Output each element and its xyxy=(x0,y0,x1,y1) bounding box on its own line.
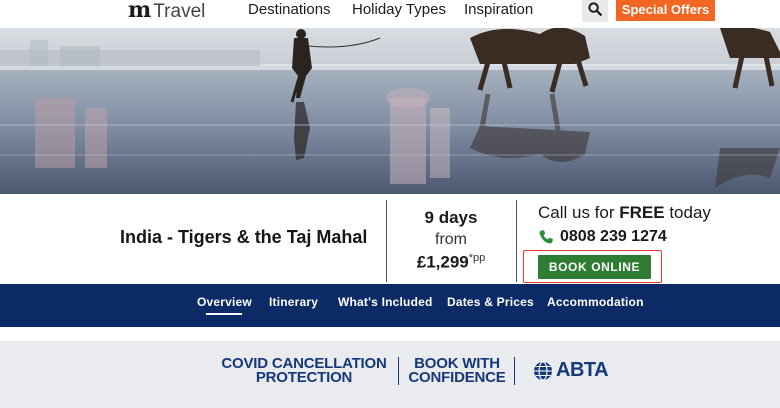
phone-icon xyxy=(539,230,553,244)
tab-whats-included[interactable]: What's Included xyxy=(338,295,433,309)
divider xyxy=(386,200,387,282)
site-header: m Travel Destinations Holiday Types Insp… xyxy=(0,0,780,28)
price-from-label: from xyxy=(435,231,467,248)
divider xyxy=(398,357,399,385)
divider xyxy=(516,200,517,282)
tab-overview[interactable]: Overview xyxy=(197,295,252,309)
call-free: FREE xyxy=(619,203,665,222)
covid-protection-badge: COVID CANCELLATION PROTECTION xyxy=(219,356,389,386)
logo-word: Travel xyxy=(153,1,206,22)
abta-globe-icon xyxy=(534,360,552,381)
divider xyxy=(514,357,515,385)
call-us-text: Call us for FREE today xyxy=(538,203,711,223)
tour-duration: 9 days xyxy=(424,208,478,227)
abta-logo: ABTA xyxy=(533,359,609,382)
tour-tabs: Overview Itinerary What's Included Dates… xyxy=(0,284,780,327)
hero-image xyxy=(0,28,780,194)
nav-inspiration[interactable]: Inspiration xyxy=(464,1,533,18)
nav-holiday-types[interactable]: Holiday Types xyxy=(352,1,446,18)
book-confidence-badge: BOOK WITH CONFIDENCE xyxy=(406,356,508,386)
price-block: £1,299*pp xyxy=(388,252,514,272)
tour-summary-bar: India - Tigers & the Taj Mahal 9 days fr… xyxy=(0,194,780,284)
nav-destinations[interactable]: Destinations xyxy=(248,1,331,18)
phone-number: 0808 239 1274 xyxy=(560,228,667,245)
tour-price: £1,299 xyxy=(416,252,469,272)
search-icon xyxy=(588,2,602,16)
tab-accommodation[interactable]: Accommodation xyxy=(547,295,644,309)
active-tab-indicator xyxy=(206,313,242,315)
logo-mark: m xyxy=(128,0,151,23)
book-line-2: CONFIDENCE xyxy=(408,369,506,386)
tab-itinerary[interactable]: Itinerary xyxy=(269,295,318,309)
phone-link[interactable]: 0808 239 1274 xyxy=(538,228,667,246)
m-travel-logo[interactable]: m Travel xyxy=(128,0,205,23)
trust-banner: COVID CANCELLATION PROTECTION BOOK WITH … xyxy=(0,341,780,408)
book-online-button[interactable]: BOOK ONLINE xyxy=(538,255,651,279)
tour-title: India - Tigers & the Taj Mahal xyxy=(120,227,368,247)
price-suffix: *pp xyxy=(468,252,486,264)
covid-line-2: PROTECTION xyxy=(255,369,353,386)
tab-dates-prices[interactable]: Dates & Prices xyxy=(447,295,534,309)
special-offers-button[interactable]: Special Offers xyxy=(616,0,715,21)
call-suffix: today xyxy=(664,203,711,222)
search-button[interactable] xyxy=(582,0,608,22)
call-prefix: Call us for xyxy=(538,203,620,222)
abta-label: ABTA xyxy=(556,359,609,381)
